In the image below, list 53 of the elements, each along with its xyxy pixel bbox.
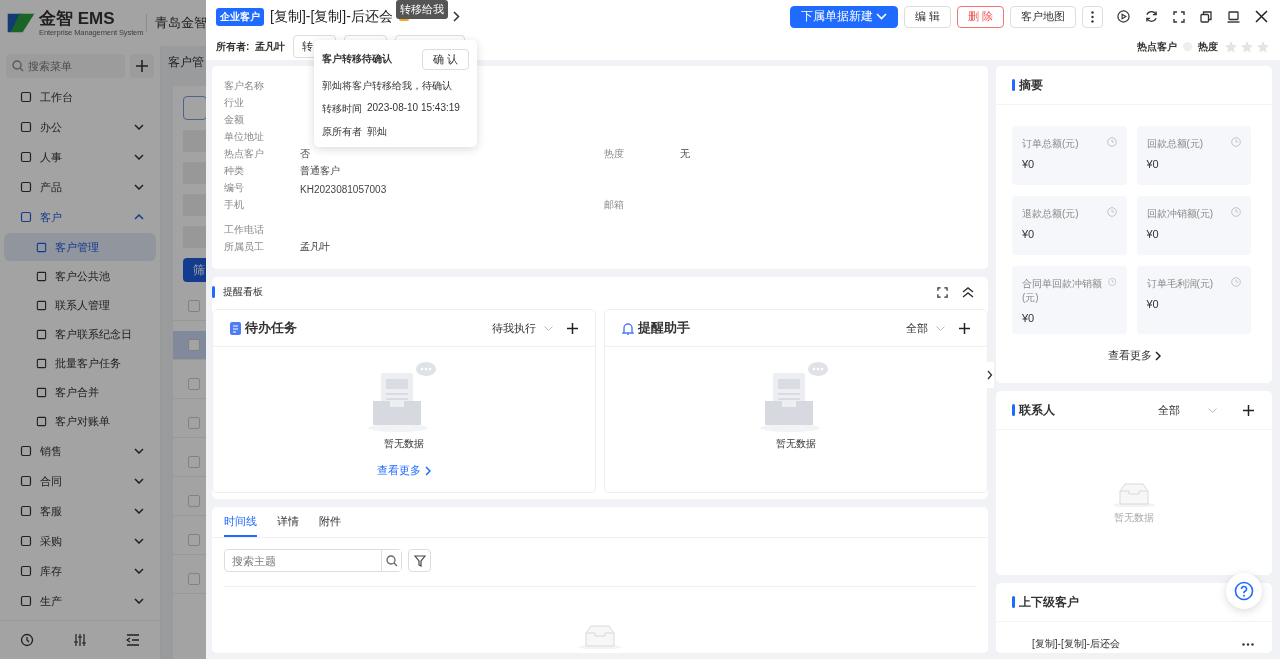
page-title: 客户管 bbox=[168, 53, 204, 71]
field-value: 否 bbox=[300, 148, 310, 159]
field-label: 热度 bbox=[604, 147, 625, 161]
field-value: 普通客户 bbox=[300, 165, 340, 176]
metric-label: 订单毛利润(元) bbox=[1146, 277, 1214, 291]
panel-title: 提醒助手 bbox=[638, 319, 690, 337]
field-label: 邮箱 bbox=[604, 198, 625, 212]
field-value: 无 bbox=[680, 148, 690, 159]
metric-value: ¥0 bbox=[1022, 228, 1036, 240]
metric-label: 订单总额(元) bbox=[1022, 137, 1079, 151]
empty-text: 暂无数据 bbox=[776, 437, 816, 451]
owner-label: 所有者: bbox=[216, 39, 250, 54]
field-label: 客户名称 bbox=[224, 79, 265, 93]
metric-label: 退款总额(元) bbox=[1022, 207, 1079, 221]
contacts-title: 联系人 bbox=[1019, 401, 1055, 419]
company-name: 青岛金智 bbox=[155, 14, 206, 32]
field-label: 种类 bbox=[224, 164, 245, 178]
customer-title: [复制]-[复制]-后还会 bbox=[270, 7, 393, 26]
tooltip: 转移给我 bbox=[395, 0, 448, 19]
metric-label: 回款冲销额(元) bbox=[1146, 207, 1214, 221]
previous-owner: 郭灿 bbox=[367, 125, 387, 139]
field-label: 手机 bbox=[224, 198, 245, 212]
field-value: 孟凡叶 bbox=[300, 241, 330, 252]
field-label: 编号 bbox=[224, 181, 245, 195]
previous-owner-label: 原所有者 bbox=[322, 125, 362, 139]
empty-text: 暂无数据 bbox=[384, 437, 424, 451]
metric-label: 回款总额(元) bbox=[1146, 137, 1204, 151]
metric-label: 合同单回款冲销额(元) bbox=[1022, 277, 1103, 305]
metric-value: ¥0 bbox=[1022, 158, 1036, 170]
metric-value: ¥0 bbox=[1146, 228, 1160, 240]
metric-value: ¥0 bbox=[1146, 158, 1160, 170]
transfer-message: 郭灿将客户转移给我，待确认 bbox=[322, 79, 453, 93]
field-label: 单位地址 bbox=[224, 130, 265, 144]
transfer-time-label: 转移时间 bbox=[322, 102, 362, 116]
metric-value: ¥0 bbox=[1146, 298, 1160, 310]
summary-title: 摘要 bbox=[1019, 76, 1043, 94]
hot-customer-label: 热点客户 bbox=[1137, 39, 1177, 54]
owner-name: 孟凡叶 bbox=[255, 39, 286, 54]
field-label: 工作电话 bbox=[224, 223, 265, 237]
board-title: 提醒看板 bbox=[223, 285, 263, 299]
field-label: 金额 bbox=[224, 113, 245, 127]
transfer-time: 2023-08-10 15:43:19 bbox=[367, 102, 460, 115]
heat-label: 热度 bbox=[1198, 39, 1218, 54]
field-label: 热点客户 bbox=[224, 147, 265, 161]
customer-type-tag: 企业客户 bbox=[216, 7, 264, 26]
metric-value: ¥0 bbox=[1022, 312, 1036, 324]
panel-title: 待办任务 bbox=[245, 319, 297, 337]
logo-name: 金智 EMS bbox=[39, 9, 116, 28]
empty-text: 暂无数据 bbox=[1114, 510, 1154, 525]
field-value: KH2023081057003 bbox=[300, 184, 387, 195]
related-customers-title: 上下级客户 bbox=[1019, 593, 1079, 611]
field-label: 行业 bbox=[224, 96, 245, 110]
field-label: 所属员工 bbox=[224, 240, 265, 254]
